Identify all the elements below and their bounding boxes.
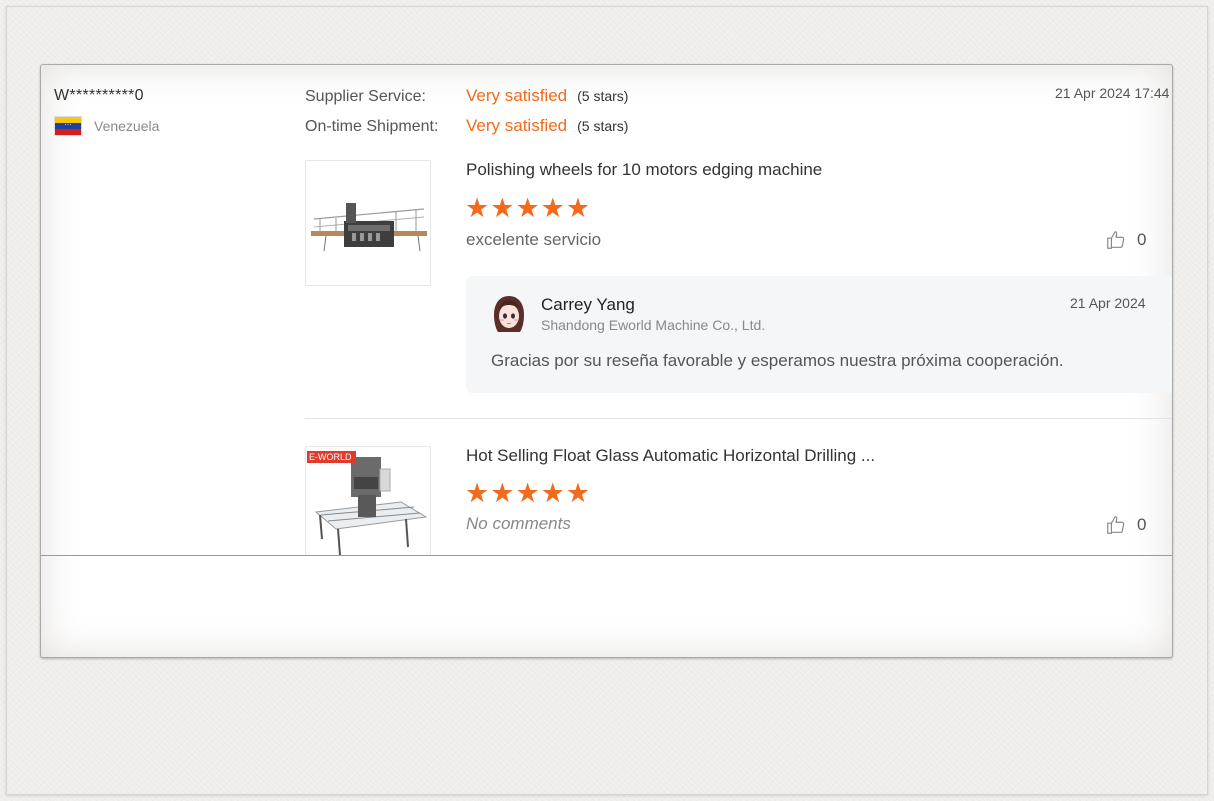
reviewer-country: Venezuela — [54, 116, 159, 136]
avatar-icon — [494, 296, 524, 332]
star-icon: ★ — [490, 478, 515, 508]
review-card: W**********0 Venezuela Supplier Service:… — [40, 64, 1173, 658]
star-icon: ★ — [540, 193, 565, 223]
like-button[interactable]: 0 — [1105, 229, 1146, 251]
product-star-rating: ★ ★ ★ ★ ★ — [465, 480, 590, 507]
rating-supplier-service: Supplier Service: Very satisfied (5 star… — [305, 86, 628, 106]
rating-value: Very satisfied — [466, 116, 568, 135]
product-comment: excelente servicio — [466, 230, 602, 249]
reply-author-name: Carrey Yang — [541, 295, 635, 314]
rating-label: On-time Shipment: — [305, 118, 439, 135]
drilling-machine-image — [306, 447, 430, 555]
rating-stars-text: (5 stars) — [577, 88, 629, 104]
viewport-edge — [41, 555, 1172, 556]
brand-tag: E-WORLD — [307, 451, 356, 463]
reply-date: 21 Apr 2024 — [1070, 295, 1146, 311]
like-count: 0 — [1137, 230, 1147, 249]
rating-value: Very satisfied — [466, 86, 568, 105]
rating-ontime-shipment: On-time Shipment: Very satisfied (5 star… — [305, 116, 628, 136]
rating-stars-text: (5 stars) — [577, 118, 629, 134]
product-thumbnail[interactable] — [305, 160, 431, 286]
product-comment: No comments — [466, 514, 571, 533]
star-icon: ★ — [515, 193, 540, 223]
product-title[interactable]: Polishing wheels for 10 motors edging ma… — [466, 160, 822, 180]
thumbs-up-icon — [1107, 516, 1125, 534]
star-icon: ★ — [565, 193, 591, 223]
country-name: Venezuela — [94, 118, 160, 134]
product-title[interactable]: Hot Selling Float Glass Automatic Horizo… — [466, 446, 875, 466]
product-thumbnail[interactable]: E-WORLD — [305, 446, 431, 555]
reviewer-name: W**********0 — [54, 87, 144, 104]
star-icon: ★ — [565, 478, 591, 508]
rating-label: Supplier Service: — [305, 88, 426, 105]
like-button[interactable]: 0 — [1105, 514, 1146, 536]
reply-company: Shandong Eworld Machine Co., Ltd. — [541, 317, 766, 333]
supplier-reply: Carrey Yang Shandong Eworld Machine Co.,… — [466, 276, 1172, 393]
review-viewport: W**********0 Venezuela Supplier Service:… — [41, 65, 1172, 555]
thumbs-up-icon — [1107, 231, 1125, 249]
review-date: 21 Apr 2024 17:44 — [1055, 85, 1170, 101]
flag-venezuela-icon — [54, 116, 82, 136]
edging-machine-image — [306, 161, 430, 285]
product-divider — [305, 418, 1172, 419]
star-icon: ★ — [490, 193, 515, 223]
star-icon: ★ — [465, 193, 490, 223]
reply-text: Gracias por su reseña favorable y espera… — [491, 351, 1064, 370]
product-star-rating: ★ ★ ★ ★ ★ — [465, 195, 590, 222]
star-icon: ★ — [515, 478, 540, 508]
star-icon: ★ — [465, 478, 490, 508]
star-icon: ★ — [540, 478, 565, 508]
like-count: 0 — [1137, 515, 1147, 534]
